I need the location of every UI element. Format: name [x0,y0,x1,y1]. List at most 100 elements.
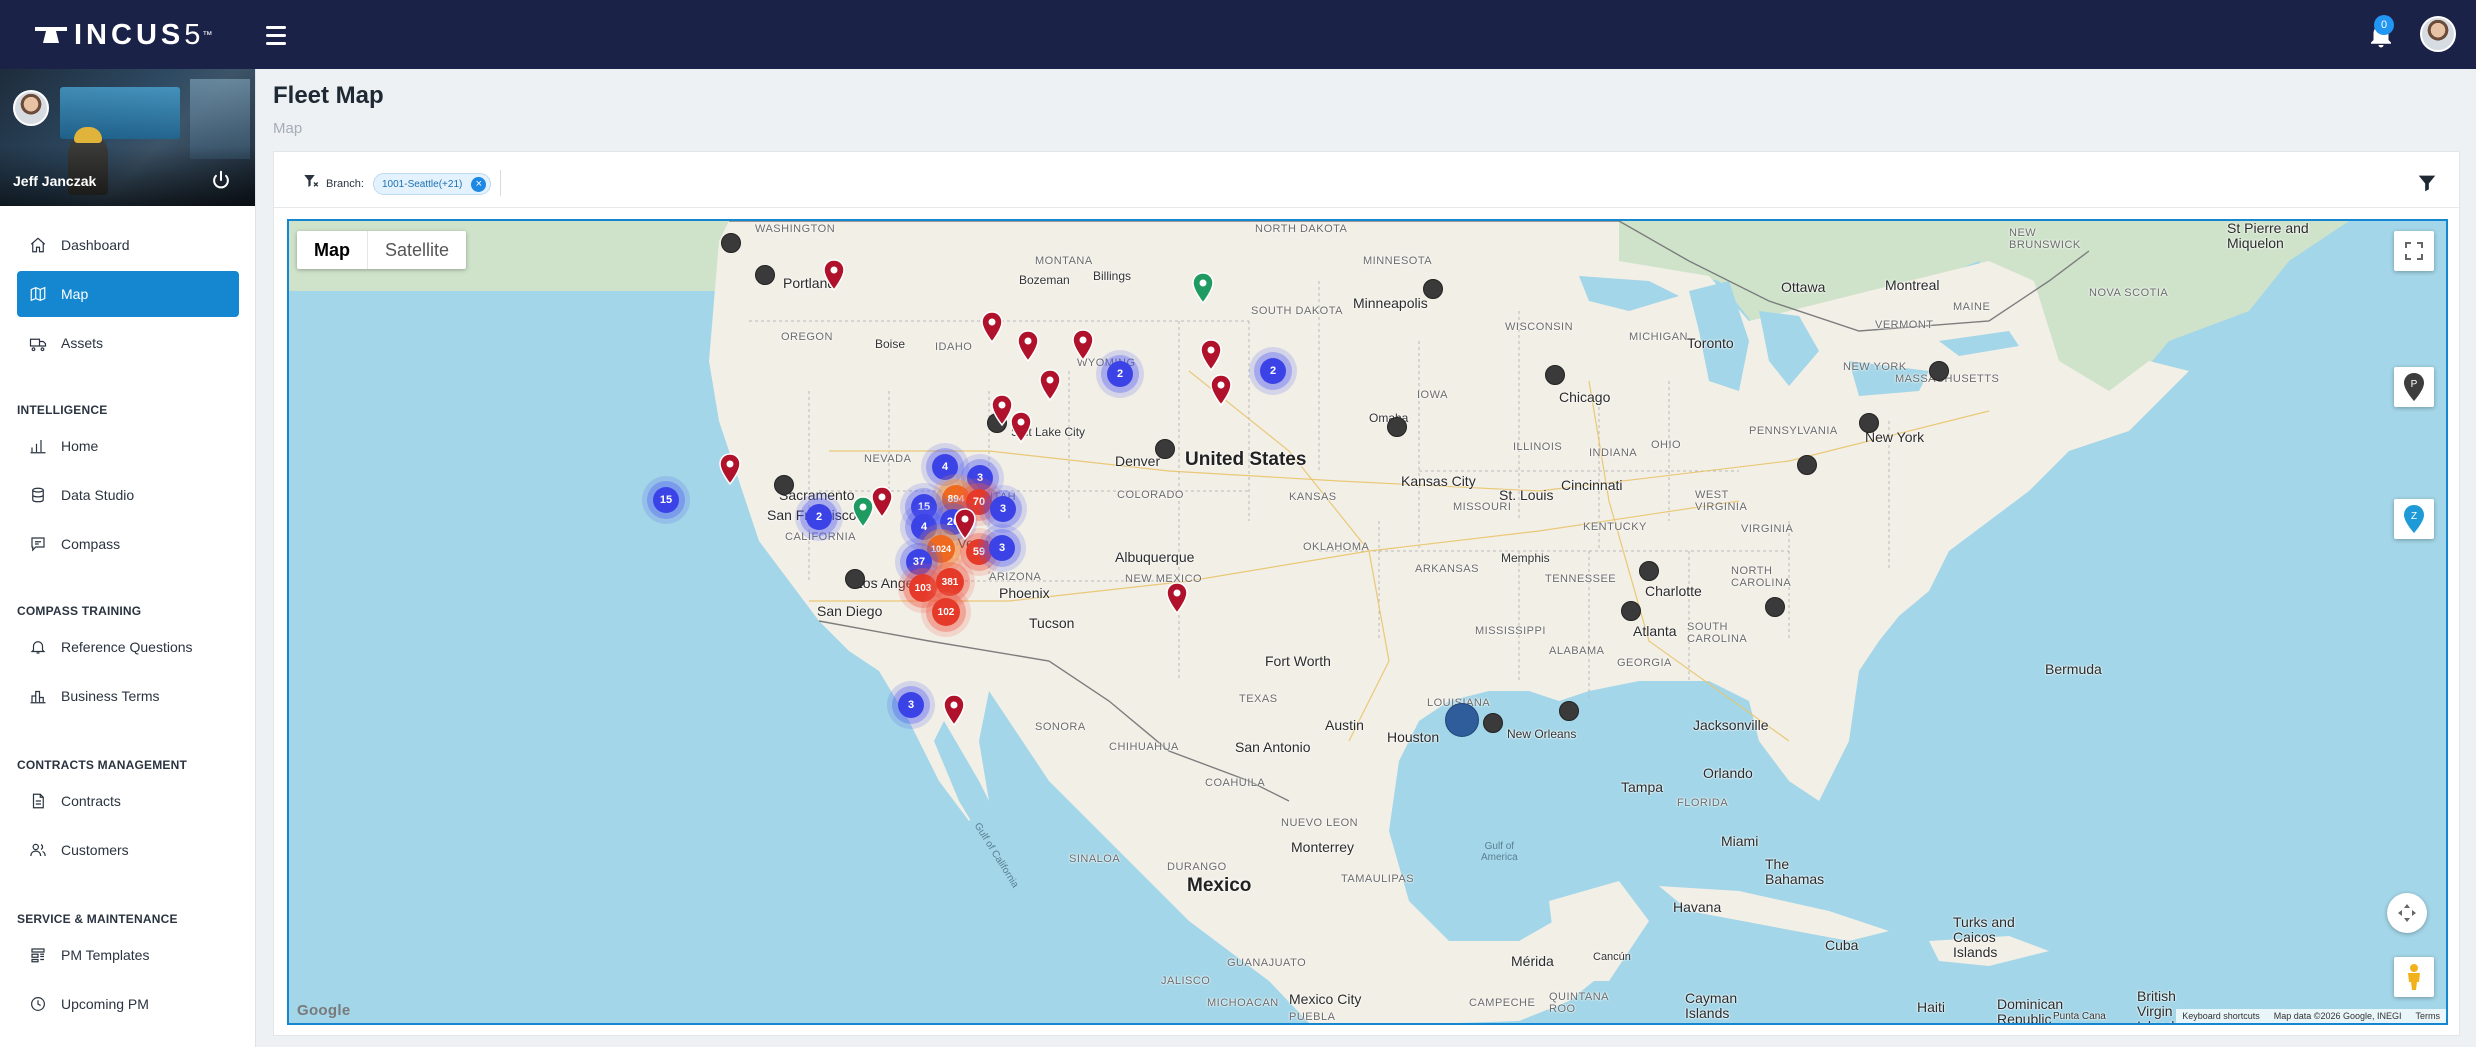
map-label-phoenix: Phoenix [999,585,1050,601]
map-label-idaho: IDAHO [935,341,973,353]
map-label-boise: Boise [875,337,906,351]
map-type-map-button[interactable]: Map [297,231,367,269]
map-label-billings: Billings [1093,269,1132,283]
pin-p-control[interactable]: P [2394,367,2434,407]
map-marker-dot[interactable] [1765,597,1785,617]
map-cluster-marker[interactable]: 103 [909,574,937,602]
chip-remove-icon[interactable]: × [471,177,487,192]
map-cluster-marker[interactable]: 3 [990,496,1016,522]
filter-clear-icon[interactable] [302,172,320,190]
map-pin-red-icon[interactable] [1199,339,1223,371]
pin-z-control[interactable]: Z [2394,499,2434,539]
map-marker-dot[interactable] [1423,279,1443,299]
keyboard-shortcuts-link[interactable]: Keyboard shortcuts [2182,1011,2260,1021]
map-marker-dot[interactable] [1929,361,1949,381]
map-pin-green-icon[interactable] [1191,272,1215,304]
filter-funnel-icon[interactable] [2416,172,2438,194]
sidebar-item-pm-templates[interactable]: PM Templates [17,932,239,978]
map-label-houston: Houston [1387,729,1440,745]
sidebar-item-compass[interactable]: Compass [17,521,239,567]
map-marker-dot[interactable] [1155,439,1175,459]
map-marker-dot[interactable] [1859,413,1879,433]
sidebar-item-customers[interactable]: Customers [17,827,239,873]
map-data-credit: Map data ©2026 Google, INEGI [2273,1011,2402,1021]
map-marker-large-dot[interactable] [1445,703,1479,737]
map-marker-dot[interactable] [1559,701,1579,721]
map-cluster-marker[interactable]: 3 [967,465,993,491]
map-marker-dot[interactable] [1797,455,1817,475]
camera-control-button[interactable] [2387,893,2427,933]
sidebar-item-dashboard[interactable]: Dashboard [17,222,239,268]
map-marker-dot[interactable] [1639,561,1659,581]
map-cluster-marker[interactable]: 3 [898,692,924,718]
map-cluster-marker[interactable]: 2 [1260,358,1286,384]
fullscreen-icon [2405,242,2423,260]
app-root: INCUS 5 ™ 0 Jeff Janczak Dashboard Map A… [0,0,2476,1047]
sidebar-avatar[interactable] [13,90,49,126]
hamburger-menu-button[interactable] [262,21,290,49]
sidebar-item-data-studio[interactable]: Data Studio [17,472,239,518]
map-cluster-marker[interactable]: 2 [806,504,832,530]
map-marker-dot[interactable] [1387,417,1407,437]
map-cluster-marker[interactable]: 3 [989,535,1015,561]
map-pin-red-icon[interactable] [942,694,966,726]
map-label-arizona: ARIZONA [989,571,1042,583]
map-pin-red-icon[interactable] [980,311,1004,343]
user-avatar[interactable] [2420,16,2456,52]
app-logo[interactable]: INCUS 5 ™ [34,19,212,51]
sidebar-item-label: Upcoming PM [61,996,149,1012]
map-label-ohio: OHIO [1651,439,1682,451]
map-pin-red-icon[interactable] [1016,330,1040,362]
map-marker-dot[interactable] [721,233,741,253]
map-label-havana: Havana [1673,899,1722,915]
terms-link[interactable]: Terms [2416,1011,2441,1021]
map-cluster-marker[interactable]: 102 [932,598,960,626]
map-label-sonora: SONORA [1035,721,1086,733]
map-marker-dot[interactable] [1483,713,1503,733]
map-marker-dot[interactable] [1545,365,1565,385]
map-pin-red-icon[interactable] [1071,329,1095,361]
sidebar-item-label: Reference Questions [61,639,193,655]
map-pin-green-icon[interactable] [851,496,875,528]
map-cluster-marker[interactable]: 4 [932,454,958,480]
fleet-map[interactable]: WASHINGTON Portland OREGON Boise IDAHO M… [287,219,2448,1025]
street-view-button[interactable] [2394,957,2434,997]
map-type-satellite-button[interactable]: Satellite [367,231,466,269]
map-pin-red-icon[interactable] [1009,411,1033,443]
map-marker-dot[interactable] [845,569,865,589]
sidebar-item-upcoming-pm[interactable]: Upcoming PM [17,981,239,1027]
sidebar-item-reference-questions[interactable]: Reference Questions [17,624,239,670]
branch-filter-chip[interactable]: 1001-Seattle(+21) × [373,173,492,195]
fullscreen-button[interactable] [2394,231,2434,271]
map-label-st-louis: St. Louis [1499,487,1554,503]
map-label-sinaloa: SINALOA [1069,853,1121,865]
sidebar-item-map[interactable]: Map [17,271,239,317]
page-title: Fleet Map [273,82,384,109]
map-marker-dot[interactable] [755,265,775,285]
map-label-memphis: Memphis [1501,551,1550,565]
map-pin-red-icon[interactable] [953,508,977,540]
map-cluster-marker[interactable]: 2 [1107,361,1133,387]
map-marker-dot[interactable] [1621,601,1641,621]
map-label-cayman: Cayman Islands [1685,990,1738,1021]
map-marker-dot[interactable] [774,475,794,495]
map-pin-red-icon[interactable] [1038,369,1062,401]
map-pin-red-icon[interactable] [718,453,742,485]
map-pin-red-icon[interactable] [822,259,846,291]
pin-z-icon: Z [2404,505,2424,533]
map-label-virginia: VIRGINIA [1741,523,1794,535]
map-label-north-dakota: NORTH DAKOTA [1255,223,1348,235]
map-cluster-marker[interactable]: 59 [966,539,992,565]
map-pin-red-icon[interactable] [1209,374,1233,406]
map-label-cincinnati: Cincinnati [1561,477,1623,493]
map-cluster-marker[interactable]: 15 [653,487,679,513]
map-cluster-marker[interactable]: 381 [936,568,964,596]
sidebar-user-name: Jeff Janczak [13,173,97,189]
sidebar-item-assets[interactable]: Assets [17,320,239,366]
map-cluster-marker[interactable]: 37 [906,549,932,575]
sidebar-item-home[interactable]: Home [17,423,239,469]
sidebar-item-contracts[interactable]: Contracts [17,778,239,824]
logout-power-icon[interactable] [210,169,232,191]
map-pin-red-icon[interactable] [1165,582,1189,614]
sidebar-item-business-terms[interactable]: Business Terms [17,673,239,719]
